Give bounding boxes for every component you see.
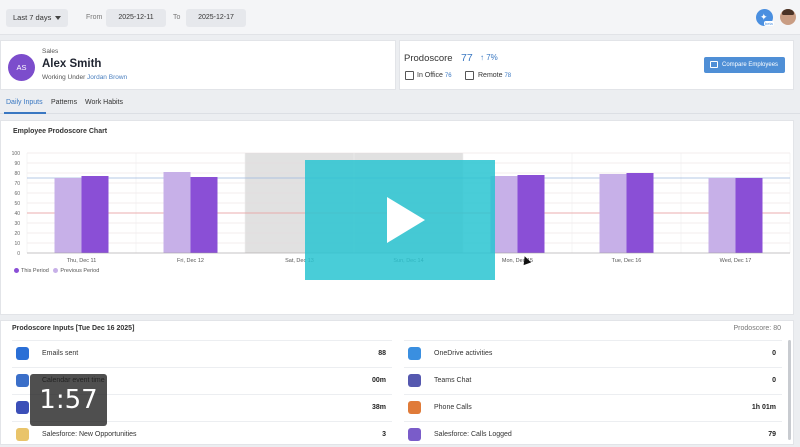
teams-icon — [408, 374, 421, 387]
remote-value: 78 — [504, 73, 512, 79]
chevron-down-icon — [55, 16, 61, 20]
input-value: 00m — [371, 377, 386, 384]
input-value: 1h 01m — [751, 404, 776, 411]
input-label: Salesforce: Calls Logged — [434, 431, 512, 438]
input-row: Teams Chat 0 — [404, 367, 782, 393]
remote-label: Remote — [478, 72, 503, 79]
legend-this-period: This Period — [21, 268, 49, 274]
employee-name: Alex Smith — [42, 58, 102, 70]
office-icon — [405, 71, 414, 80]
input-value: 0 — [772, 350, 776, 357]
phone-icon — [16, 401, 29, 414]
date-range-label: Last 7 days — [13, 13, 52, 22]
working-under: Working Under Jordan Brown — [42, 74, 127, 81]
from-label: From — [86, 14, 103, 21]
video-play-overlay[interactable] — [305, 160, 495, 280]
input-row: Emails sent 88 — [12, 340, 392, 366]
input-label: Phone Calls — [434, 404, 472, 411]
compare-button-label: Compare Employees — [722, 62, 779, 68]
play-icon — [387, 197, 425, 243]
compare-icon — [710, 61, 718, 68]
calendar-icon — [16, 374, 29, 387]
input-row: Phone Calls 1h 01m — [404, 394, 782, 420]
active-tab-indicator — [4, 112, 46, 114]
manager-link[interactable]: Jordan Brown — [87, 74, 127, 81]
compare-employees-button[interactable]: Compare Employees — [704, 57, 785, 73]
input-row: OneDrive activities 0 — [404, 340, 782, 366]
working-under-label: Working Under — [42, 74, 86, 81]
input-value: 0 — [772, 377, 776, 384]
chart-title: Employee Prodoscore Chart — [13, 128, 108, 135]
input-label: OneDrive activities — [434, 350, 493, 357]
input-value: 38m — [371, 404, 386, 411]
input-label: Teams Chat — [434, 377, 472, 384]
this-period-dot — [14, 268, 19, 274]
prodoscore-title: Prodoscore — [404, 53, 453, 64]
phone-icon — [408, 401, 421, 414]
input-value: 79 — [768, 431, 776, 438]
input-label: Emails sent — [42, 350, 79, 357]
inputs-title: Prodoscore Inputs [Tue Dec 16 2025] — [12, 325, 135, 332]
date-range-dropdown[interactable]: Last 7 days — [6, 9, 68, 27]
to-label: To — [173, 14, 181, 21]
tab-daily-inputs[interactable]: Daily Inputs — [6, 99, 43, 106]
home-icon — [465, 71, 474, 80]
top-bar: Last 7 days From 2025-12-11 To 2025-12-1… — [0, 0, 800, 35]
from-date-input[interactable]: 2025-12-11 — [106, 9, 166, 27]
chart-legend: This Period Previous Period — [14, 268, 99, 274]
in-office-label: In Office — [417, 72, 443, 79]
user-avatar[interactable] — [780, 9, 796, 25]
prodoscore-value: 77 — [461, 52, 473, 64]
input-value: 88 — [378, 350, 386, 357]
tab-work-habits[interactable]: Work Habits — [85, 99, 123, 106]
tab-bar: Daily Inputs Patterns Work Habits — [0, 96, 800, 114]
input-row: Salesforce: Calls Logged 79 — [404, 421, 782, 447]
inputs-prodoscore: Prodoscore: 80 — [733, 325, 781, 332]
in-office: In Office 76 — [417, 72, 452, 79]
video-duration: 1:57 — [30, 374, 107, 426]
to-date-input[interactable]: 2025-12-17 — [186, 9, 246, 27]
prodoscore-change: ↑ 7% — [480, 53, 498, 62]
crown-icon — [16, 428, 29, 441]
scrollbar[interactable] — [788, 340, 791, 440]
remote: Remote 78 — [478, 72, 511, 79]
outlook-icon — [16, 347, 29, 360]
phone-log-icon — [408, 428, 421, 441]
beta-badge: beta — [764, 21, 774, 26]
tab-patterns[interactable]: Patterns — [51, 99, 77, 106]
ai-assistant-button[interactable]: ✦ beta — [756, 9, 774, 26]
input-label: Salesforce: New Opportunities — [42, 431, 137, 438]
input-value: 3 — [382, 431, 386, 438]
onedrive-icon — [408, 347, 421, 360]
department-label: Sales — [42, 48, 59, 55]
legend-previous-period: Previous Period — [60, 268, 100, 274]
employee-avatar: AS — [8, 54, 35, 81]
previous-period-dot — [53, 268, 59, 274]
in-office-value: 76 — [444, 73, 452, 79]
